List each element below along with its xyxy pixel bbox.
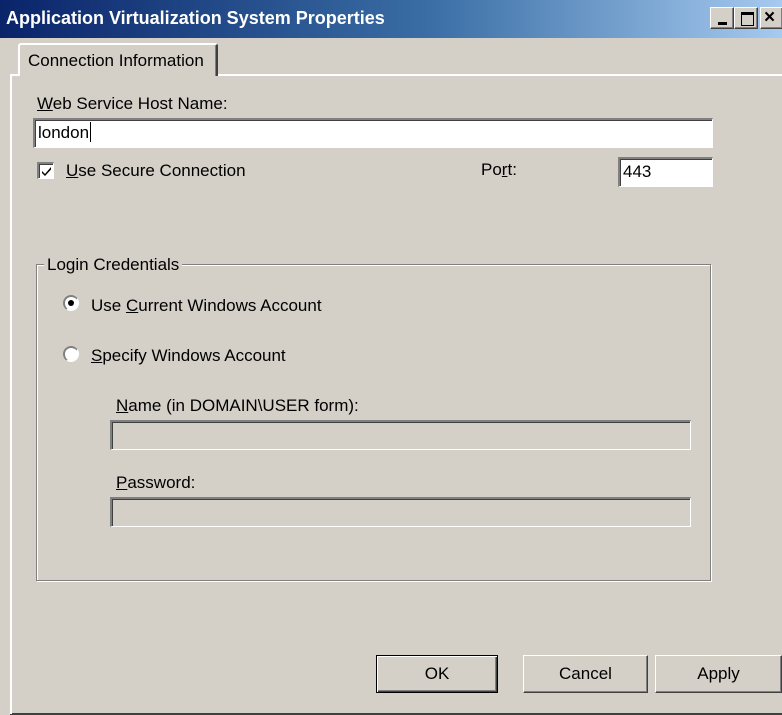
window-title: Application Virtualization System Proper… [6, 8, 385, 28]
tab-connection-information[interactable]: Connection Information [18, 43, 218, 76]
close-button[interactable]: × [760, 7, 782, 29]
tab-panel [10, 74, 782, 714]
properties-dialog: Application Virtualization System Proper… [0, 0, 782, 715]
minimize-button[interactable] [710, 7, 734, 29]
maximize-icon [741, 12, 754, 26]
close-icon: × [764, 7, 776, 28]
minimize-icon [718, 22, 727, 25]
tab-label: Connection Information [28, 51, 204, 70]
title-bar[interactable]: Application Virtualization System Proper… [0, 0, 782, 38]
maximize-button[interactable] [734, 7, 758, 29]
